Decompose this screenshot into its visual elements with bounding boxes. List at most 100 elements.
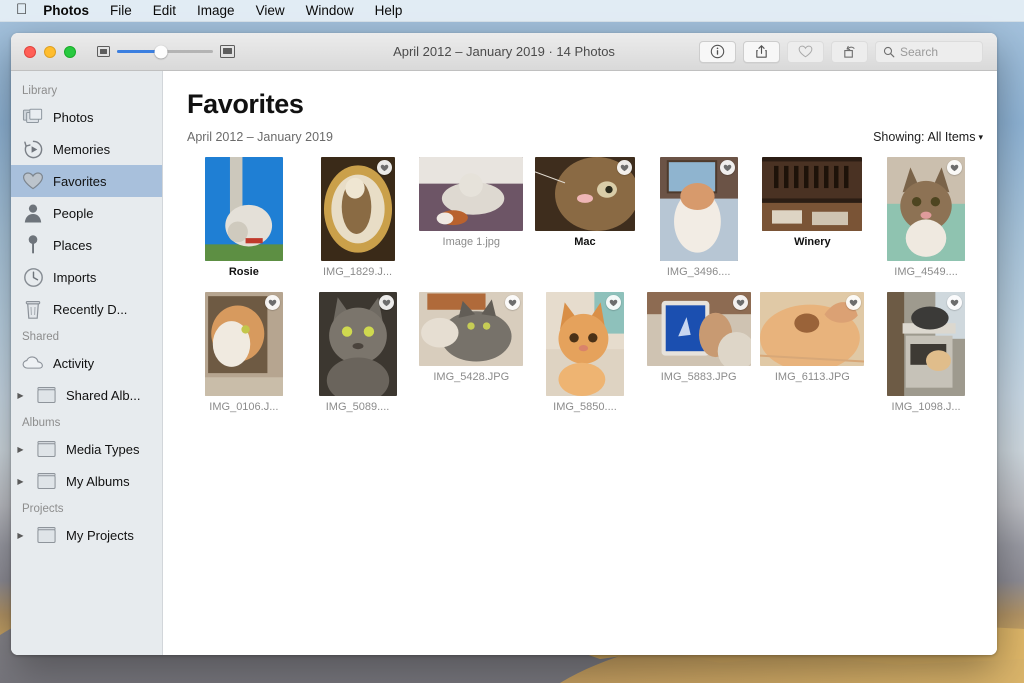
sidebar-item-label: Photos	[53, 109, 94, 125]
sidebar-item-label: Imports	[53, 269, 97, 285]
photo-cell[interactable]: IMG_1829.J...	[301, 157, 415, 292]
photo-thumbnail[interactable]	[204, 157, 283, 261]
small-thumbnail-icon	[97, 46, 110, 57]
favorite-heart-icon[interactable]	[376, 160, 392, 175]
photo-image[interactable]	[419, 157, 524, 231]
photo-cell[interactable]: IMG_1098.J...	[869, 292, 983, 427]
sidebar-item-favorites[interactable]: Favorites	[11, 165, 162, 197]
page-title: Favorites	[187, 89, 304, 119]
disclosure-triangle-icon[interactable]: ▶	[15, 531, 26, 540]
photo-thumbnail[interactable]	[320, 157, 395, 261]
photo-image[interactable]	[204, 157, 283, 261]
disclosure-triangle-icon[interactable]: ▶	[15, 445, 26, 454]
sidebar-item-shared-alb[interactable]: ▶ Shared Alb...	[11, 379, 162, 411]
photo-cell[interactable]: Mac	[528, 157, 642, 292]
sidebar-item-places[interactable]: Places	[11, 229, 162, 261]
favorite-heart-icon[interactable]	[719, 160, 735, 175]
photo-thumbnail[interactable]	[762, 157, 863, 231]
disclosure-triangle-icon[interactable]: ▶	[15, 391, 26, 400]
favorite-button[interactable]	[787, 40, 824, 63]
photo-cell[interactable]: IMG_5850....	[528, 292, 642, 427]
showing-value: All Items	[927, 130, 976, 144]
showing-filter[interactable]: Showing: All Items ▾	[873, 130, 983, 144]
photo-caption: Image 1.jpg	[442, 236, 500, 248]
favorite-heart-icon[interactable]	[605, 295, 621, 310]
apple-logo-icon[interactable]: 	[16, 2, 27, 17]
sidebar-item-memories[interactable]: Memories	[11, 133, 162, 165]
close-button[interactable]	[24, 45, 36, 58]
photo-thumbnail[interactable]	[887, 157, 966, 261]
sidebar-item-my-projects[interactable]: ▶ My Projects	[11, 519, 162, 551]
favorite-heart-icon[interactable]	[947, 295, 963, 310]
photo-cell[interactable]: IMG_6113.JPG	[756, 292, 870, 427]
photo-caption: IMG_5883.JPG	[660, 371, 737, 383]
photo-cell[interactable]: IMG_5883.JPG	[642, 292, 756, 427]
photo-cell[interactable]: Image 1.jpg	[414, 157, 528, 292]
chevron-down-icon[interactable]: ▾	[978, 132, 983, 143]
photo-cell[interactable]: IMG_0106.J...	[187, 292, 301, 427]
album-folder-icon	[35, 384, 57, 406]
photo-thumbnail[interactable]	[534, 157, 635, 231]
share-button[interactable]	[743, 40, 780, 63]
photo-thumbnail[interactable]	[419, 292, 524, 366]
photo-cell[interactable]: IMG_4549....	[869, 157, 983, 292]
photo-thumbnail[interactable]	[659, 157, 738, 261]
photo-image[interactable]	[762, 157, 863, 231]
photo-thumbnail[interactable]	[545, 292, 624, 396]
search-icon	[883, 46, 895, 57]
photo-cell[interactable]: IMG_3496....	[642, 157, 756, 292]
favorite-heart-icon[interactable]	[616, 160, 632, 175]
photo-caption: IMG_1829.J...	[323, 266, 393, 278]
sidebar-section-library: Library	[22, 85, 58, 97]
sidebar-item-recently-d[interactable]: Recently D...	[11, 293, 162, 325]
pin-icon	[22, 234, 44, 256]
photo-caption: IMG_0106.J...	[209, 401, 279, 413]
search-input[interactable]: Search	[875, 40, 983, 63]
slider-knob[interactable]	[154, 45, 168, 58]
photo-caption: IMG_5850....	[553, 401, 617, 413]
photo-thumbnail[interactable]	[419, 157, 524, 231]
favorite-heart-icon[interactable]	[378, 295, 394, 310]
photo-cell[interactable]: IMG_5428.JPG	[414, 292, 528, 427]
disclosure-triangle-icon[interactable]: ▶	[15, 477, 26, 486]
photo-cell[interactable]: Winery	[756, 157, 870, 292]
rotate-button[interactable]	[831, 40, 868, 63]
sidebar-item-photos[interactable]: Photos	[11, 101, 162, 133]
photo-thumbnail[interactable]	[887, 292, 966, 396]
thumbnail-size-slider[interactable]	[97, 45, 235, 58]
sidebar-item-my-albums[interactable]: ▶ My Albums	[11, 465, 162, 497]
minimize-button[interactable]	[44, 45, 56, 58]
info-button[interactable]	[699, 40, 736, 63]
favorite-heart-icon[interactable]	[732, 295, 748, 310]
menu-item-file[interactable]: File	[110, 3, 132, 18]
photo-caption: Rosie	[228, 266, 259, 278]
menu-item-edit[interactable]: Edit	[153, 3, 176, 18]
photo-thumbnail[interactable]	[204, 292, 283, 396]
photo-thumbnail[interactable]	[760, 292, 865, 366]
toolbar-buttons: Search	[699, 40, 983, 63]
menu-item-image[interactable]: Image	[197, 3, 235, 18]
photo-thumbnail[interactable]	[646, 292, 751, 366]
large-thumbnail-icon	[220, 45, 235, 58]
menu-item-help[interactable]: Help	[375, 3, 403, 18]
slider-track[interactable]	[117, 45, 213, 58]
maximize-button[interactable]	[64, 45, 76, 58]
menu-item-photos[interactable]: Photos	[43, 3, 89, 18]
photo-caption: Mac	[574, 236, 596, 248]
favorite-heart-icon[interactable]	[264, 295, 280, 310]
menu-item-window[interactable]: Window	[306, 3, 354, 18]
sidebar-section-shared: Shared	[22, 331, 60, 343]
sidebar-item-activity[interactable]: Activity	[11, 347, 162, 379]
album-folder-icon	[35, 524, 57, 546]
favorite-heart-icon[interactable]	[947, 160, 963, 175]
sidebar-item-people[interactable]: People	[11, 197, 162, 229]
date-range-label: April 2012 – January 2019	[187, 130, 333, 144]
photo-cell[interactable]: IMG_5089....	[301, 292, 415, 427]
window-controls	[24, 45, 76, 58]
photo-thumbnail[interactable]	[318, 292, 397, 396]
menu-item-view[interactable]: View	[256, 3, 285, 18]
sidebar-item-imports[interactable]: Imports	[11, 261, 162, 293]
sidebar-item-label: Memories	[53, 141, 111, 157]
sidebar-item-media-types[interactable]: ▶ Media Types	[11, 433, 162, 465]
photo-cell[interactable]: Rosie	[187, 157, 301, 292]
